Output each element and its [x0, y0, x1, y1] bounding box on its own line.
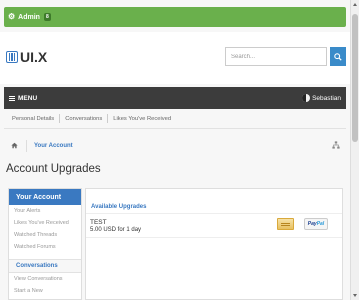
scroll-up-icon[interactable] — [353, 3, 357, 6]
user-menu[interactable]: Sebastian — [302, 94, 341, 102]
account-nav-item-likes[interactable]: Likes You've Received — [113, 116, 171, 122]
admin-bar[interactable]: ⚙ Admin 8 — [4, 7, 346, 27]
home-icon[interactable] — [11, 142, 18, 151]
divider — [4, 128, 346, 129]
search-button[interactable] — [330, 47, 346, 66]
breadcrumb: Your Account — [4, 136, 346, 156]
site-logo[interactable]: UI.X — [6, 50, 47, 64]
account-nav-item-personal-details[interactable]: Personal Details — [12, 116, 54, 122]
sidebar-item-your-alerts[interactable]: Your Alerts — [9, 205, 81, 217]
search-input[interactable] — [225, 47, 327, 66]
upgrades-panel: Available Upgrades TEST 5.00 USD for 1 d… — [85, 188, 343, 300]
search-icon — [334, 52, 342, 61]
paypal-button[interactable]: Pay Pal — [304, 218, 328, 230]
sidebar-section-conversations[interactable]: Conversations — [9, 259, 81, 273]
sidebar-item-watched-threads[interactable]: Watched Threads — [9, 229, 81, 241]
purchase-icon[interactable] — [277, 218, 294, 230]
upgrades-heading: Available Upgrades — [86, 189, 342, 214]
hamburger-icon — [9, 95, 15, 101]
scrollbar-thumb[interactable] — [352, 14, 358, 142]
main-navbar: MENU Sebastian — [4, 87, 346, 109]
username: Sebastian — [312, 94, 341, 102]
upgrade-price: 5.00 USD for 1 day — [90, 227, 142, 233]
scroll-down-icon[interactable] — [353, 294, 357, 297]
gear-icon: ⚙ — [8, 12, 16, 21]
logo-text: UI.X — [20, 49, 48, 65]
sitemap-icon[interactable] — [332, 141, 340, 151]
divider — [59, 114, 61, 123]
page: ⚙ Admin 8 UI.X MENU Sebastian Personal D… — [0, 0, 350, 300]
sidebar: Your Account Your Alerts Likes You've Re… — [8, 188, 82, 300]
account-nav: Personal Details Conversations Likes You… — [4, 111, 346, 126]
upgrade-row: TEST 5.00 USD for 1 day Pay Pal — [86, 214, 342, 238]
sidebar-item-view-conversations[interactable]: View Conversations — [9, 273, 81, 285]
sidebar-section-your-account[interactable]: Your Account — [9, 189, 81, 205]
menu-label: MENU — [18, 94, 38, 102]
sidebar-item-likes[interactable]: Likes You've Received — [9, 217, 81, 229]
sidebar-item-watched-forums[interactable]: Watched Forums — [9, 241, 81, 253]
admin-label: Admin — [18, 13, 40, 21]
sidebar-item-start-new[interactable]: Start a New — [9, 285, 81, 297]
page-title: Account Upgrades — [6, 163, 101, 175]
menu-button[interactable]: MENU — [9, 95, 37, 102]
logo-icon — [6, 51, 18, 63]
scrollbar[interactable] — [350, 0, 359, 300]
admin-badge: 8 — [43, 13, 51, 21]
account-nav-item-conversations[interactable]: Conversations — [65, 116, 102, 122]
upgrade-title: TEST — [90, 219, 107, 226]
divider — [107, 114, 109, 123]
breadcrumb-your-account[interactable]: Your Account — [34, 143, 73, 149]
divider — [26, 140, 27, 152]
avatar — [302, 94, 311, 102]
